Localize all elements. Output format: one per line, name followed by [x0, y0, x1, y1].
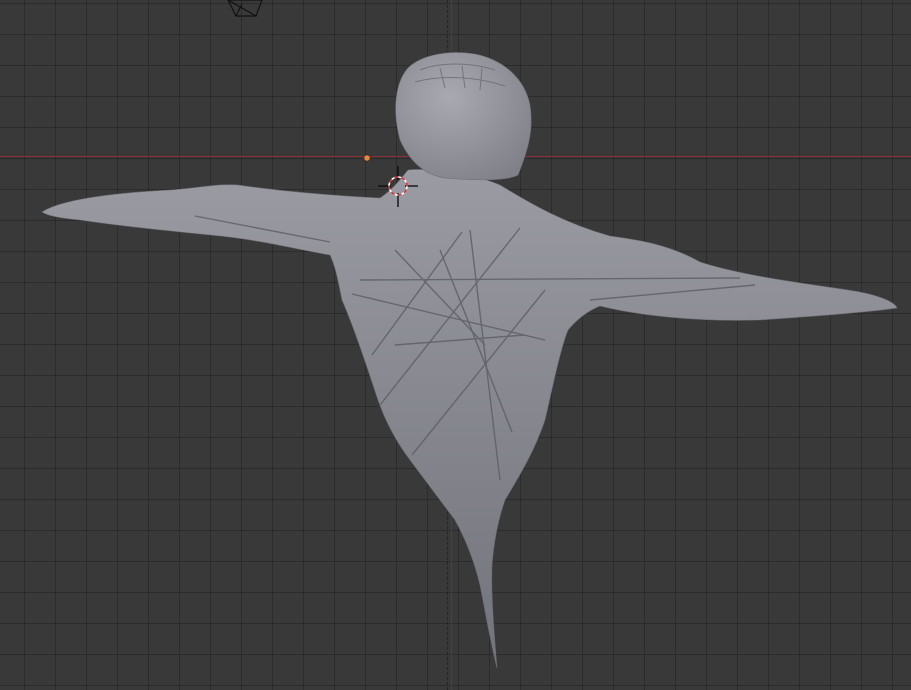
- 3d-viewport[interactable]: [0, 0, 911, 690]
- camera-icon[interactable]: [227, 0, 263, 17]
- scene-canvas[interactable]: [0, 0, 911, 690]
- sculpted-mesh[interactable]: [41, 52, 898, 669]
- mesh-body[interactable]: [41, 169, 898, 669]
- object-origin-dot[interactable]: [363, 154, 371, 162]
- mesh-head[interactable]: [395, 52, 532, 181]
